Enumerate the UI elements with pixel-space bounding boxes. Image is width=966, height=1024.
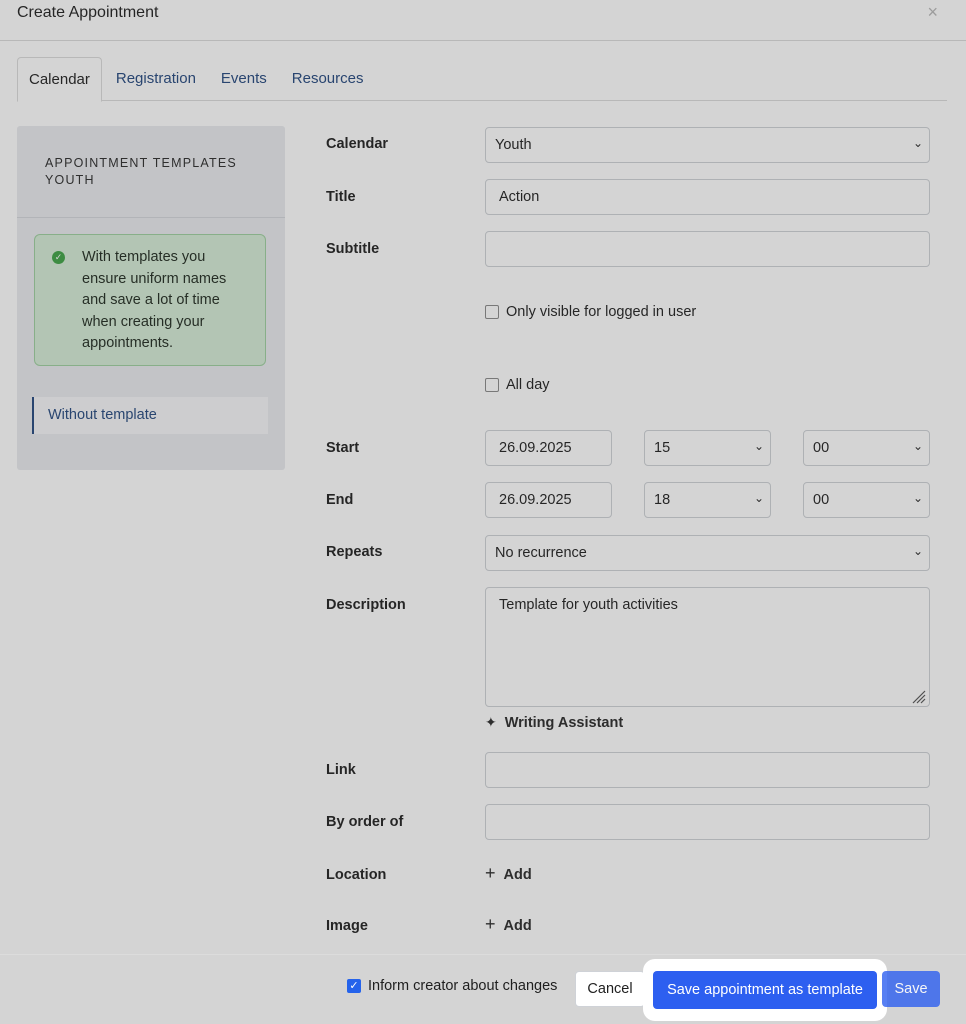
all-day-label: All day [506, 377, 550, 393]
only-visible-checkbox[interactable] [485, 305, 499, 319]
start-hour-value: 15 [654, 440, 671, 456]
chevron-down-icon: ⌄ [912, 544, 923, 558]
template-item-without-template[interactable]: Without template [32, 397, 268, 434]
inform-creator-checkbox[interactable]: ✓ [347, 979, 361, 993]
repeats-select[interactable]: No recurrence ⌄ [485, 535, 930, 571]
tab-calendar[interactable]: Calendar [17, 57, 102, 102]
chevron-down-icon: ⌄ [753, 439, 764, 453]
title-label: Title [326, 189, 356, 205]
subtitle-input[interactable] [485, 231, 930, 267]
modal-title: Create Appointment [17, 4, 159, 21]
tab-registration[interactable]: Registration [105, 57, 207, 101]
by-order-of-input[interactable] [485, 804, 930, 840]
add-image-button[interactable]: + Add [485, 914, 532, 935]
subtitle-label: Subtitle [326, 241, 380, 257]
tab-bar: Calendar Registration Events Resources [17, 57, 947, 102]
description-text: Template for youth activities [499, 597, 678, 613]
start-minute-value: 00 [813, 440, 830, 456]
add-location-label: Add [503, 866, 532, 883]
writing-assistant-button[interactable]: ✦ Writing Assistant [485, 714, 623, 731]
link-input[interactable] [485, 752, 930, 788]
end-hour-value: 18 [654, 492, 671, 508]
start-minute-select[interactable]: 00 ⌄ [803, 430, 930, 466]
end-hour-select[interactable]: 18 ⌄ [644, 482, 771, 518]
description-label: Description [326, 597, 406, 613]
add-location-button[interactable]: + Add [485, 863, 532, 884]
cancel-button[interactable]: Cancel [575, 971, 645, 1007]
location-label: Location [326, 867, 387, 883]
description-textarea[interactable]: Template for youth activities [485, 587, 930, 707]
plus-icon: + [485, 863, 496, 883]
calendar-label: Calendar [326, 136, 389, 152]
start-label: Start [326, 440, 360, 456]
modal-header: Create Appointment × [0, 0, 966, 41]
modal-footer: ✓ Inform creator about changes Cancel Sa… [0, 954, 966, 1024]
sparkle-icon: ✦ [485, 714, 497, 730]
check-circle-icon: ✓ [52, 251, 65, 264]
only-visible-label: Only visible for logged in user [506, 304, 697, 320]
chevron-down-icon: ⌄ [912, 439, 923, 453]
link-label: Link [326, 762, 356, 778]
chevron-down-icon: ⌄ [912, 491, 923, 505]
by-order-of-label: By order of [326, 814, 404, 830]
plus-icon: + [485, 914, 496, 934]
start-date-input[interactable]: 26.09.2025 [485, 430, 612, 466]
tab-events[interactable]: Events [210, 57, 278, 101]
save-button[interactable]: Save [882, 971, 940, 1007]
chevron-down-icon: ⌄ [753, 491, 764, 505]
end-minute-value: 00 [813, 492, 830, 508]
add-image-label: Add [503, 917, 532, 934]
only-visible-row: Only visible for logged in user [485, 304, 696, 320]
title-input[interactable]: Action [485, 179, 930, 215]
repeats-label: Repeats [326, 544, 383, 560]
close-icon[interactable]: × [927, 2, 938, 23]
templates-heading: APPOINTMENT TEMPLATES YOUTH [17, 126, 285, 218]
calendar-select[interactable]: Youth ⌄ [485, 127, 930, 163]
start-hour-select[interactable]: 15 ⌄ [644, 430, 771, 466]
inform-creator-label: Inform creator about changes [368, 978, 558, 994]
save-as-template-button[interactable]: Save appointment as template [653, 971, 877, 1009]
templates-sidebar: APPOINTMENT TEMPLATES YOUTH ✓ With templ… [17, 126, 285, 470]
all-day-checkbox[interactable] [485, 378, 499, 392]
writing-assistant-label: Writing Assistant [504, 714, 624, 731]
inform-creator-row: ✓ Inform creator about changes [347, 978, 557, 994]
repeats-value: No recurrence [495, 545, 587, 561]
end-label: End [326, 492, 354, 508]
templates-heading-line2: YOUTH [45, 173, 95, 187]
end-date-input[interactable]: 26.09.2025 [485, 482, 612, 518]
chevron-down-icon: ⌄ [912, 136, 923, 150]
templates-info-text: With templates you ensure uniform names … [82, 249, 227, 351]
templates-heading-line1: APPOINTMENT TEMPLATES [45, 156, 237, 170]
tab-resources[interactable]: Resources [281, 57, 375, 101]
image-label: Image [326, 918, 368, 934]
end-minute-select[interactable]: 00 ⌄ [803, 482, 930, 518]
calendar-select-value: Youth [495, 137, 532, 153]
create-appointment-modal: Create Appointment × Calendar Registrati… [0, 0, 966, 1024]
templates-info-box: ✓ With templates you ensure uniform name… [34, 234, 266, 366]
resize-handle-icon[interactable] [910, 688, 926, 704]
all-day-row: All day [485, 377, 550, 393]
